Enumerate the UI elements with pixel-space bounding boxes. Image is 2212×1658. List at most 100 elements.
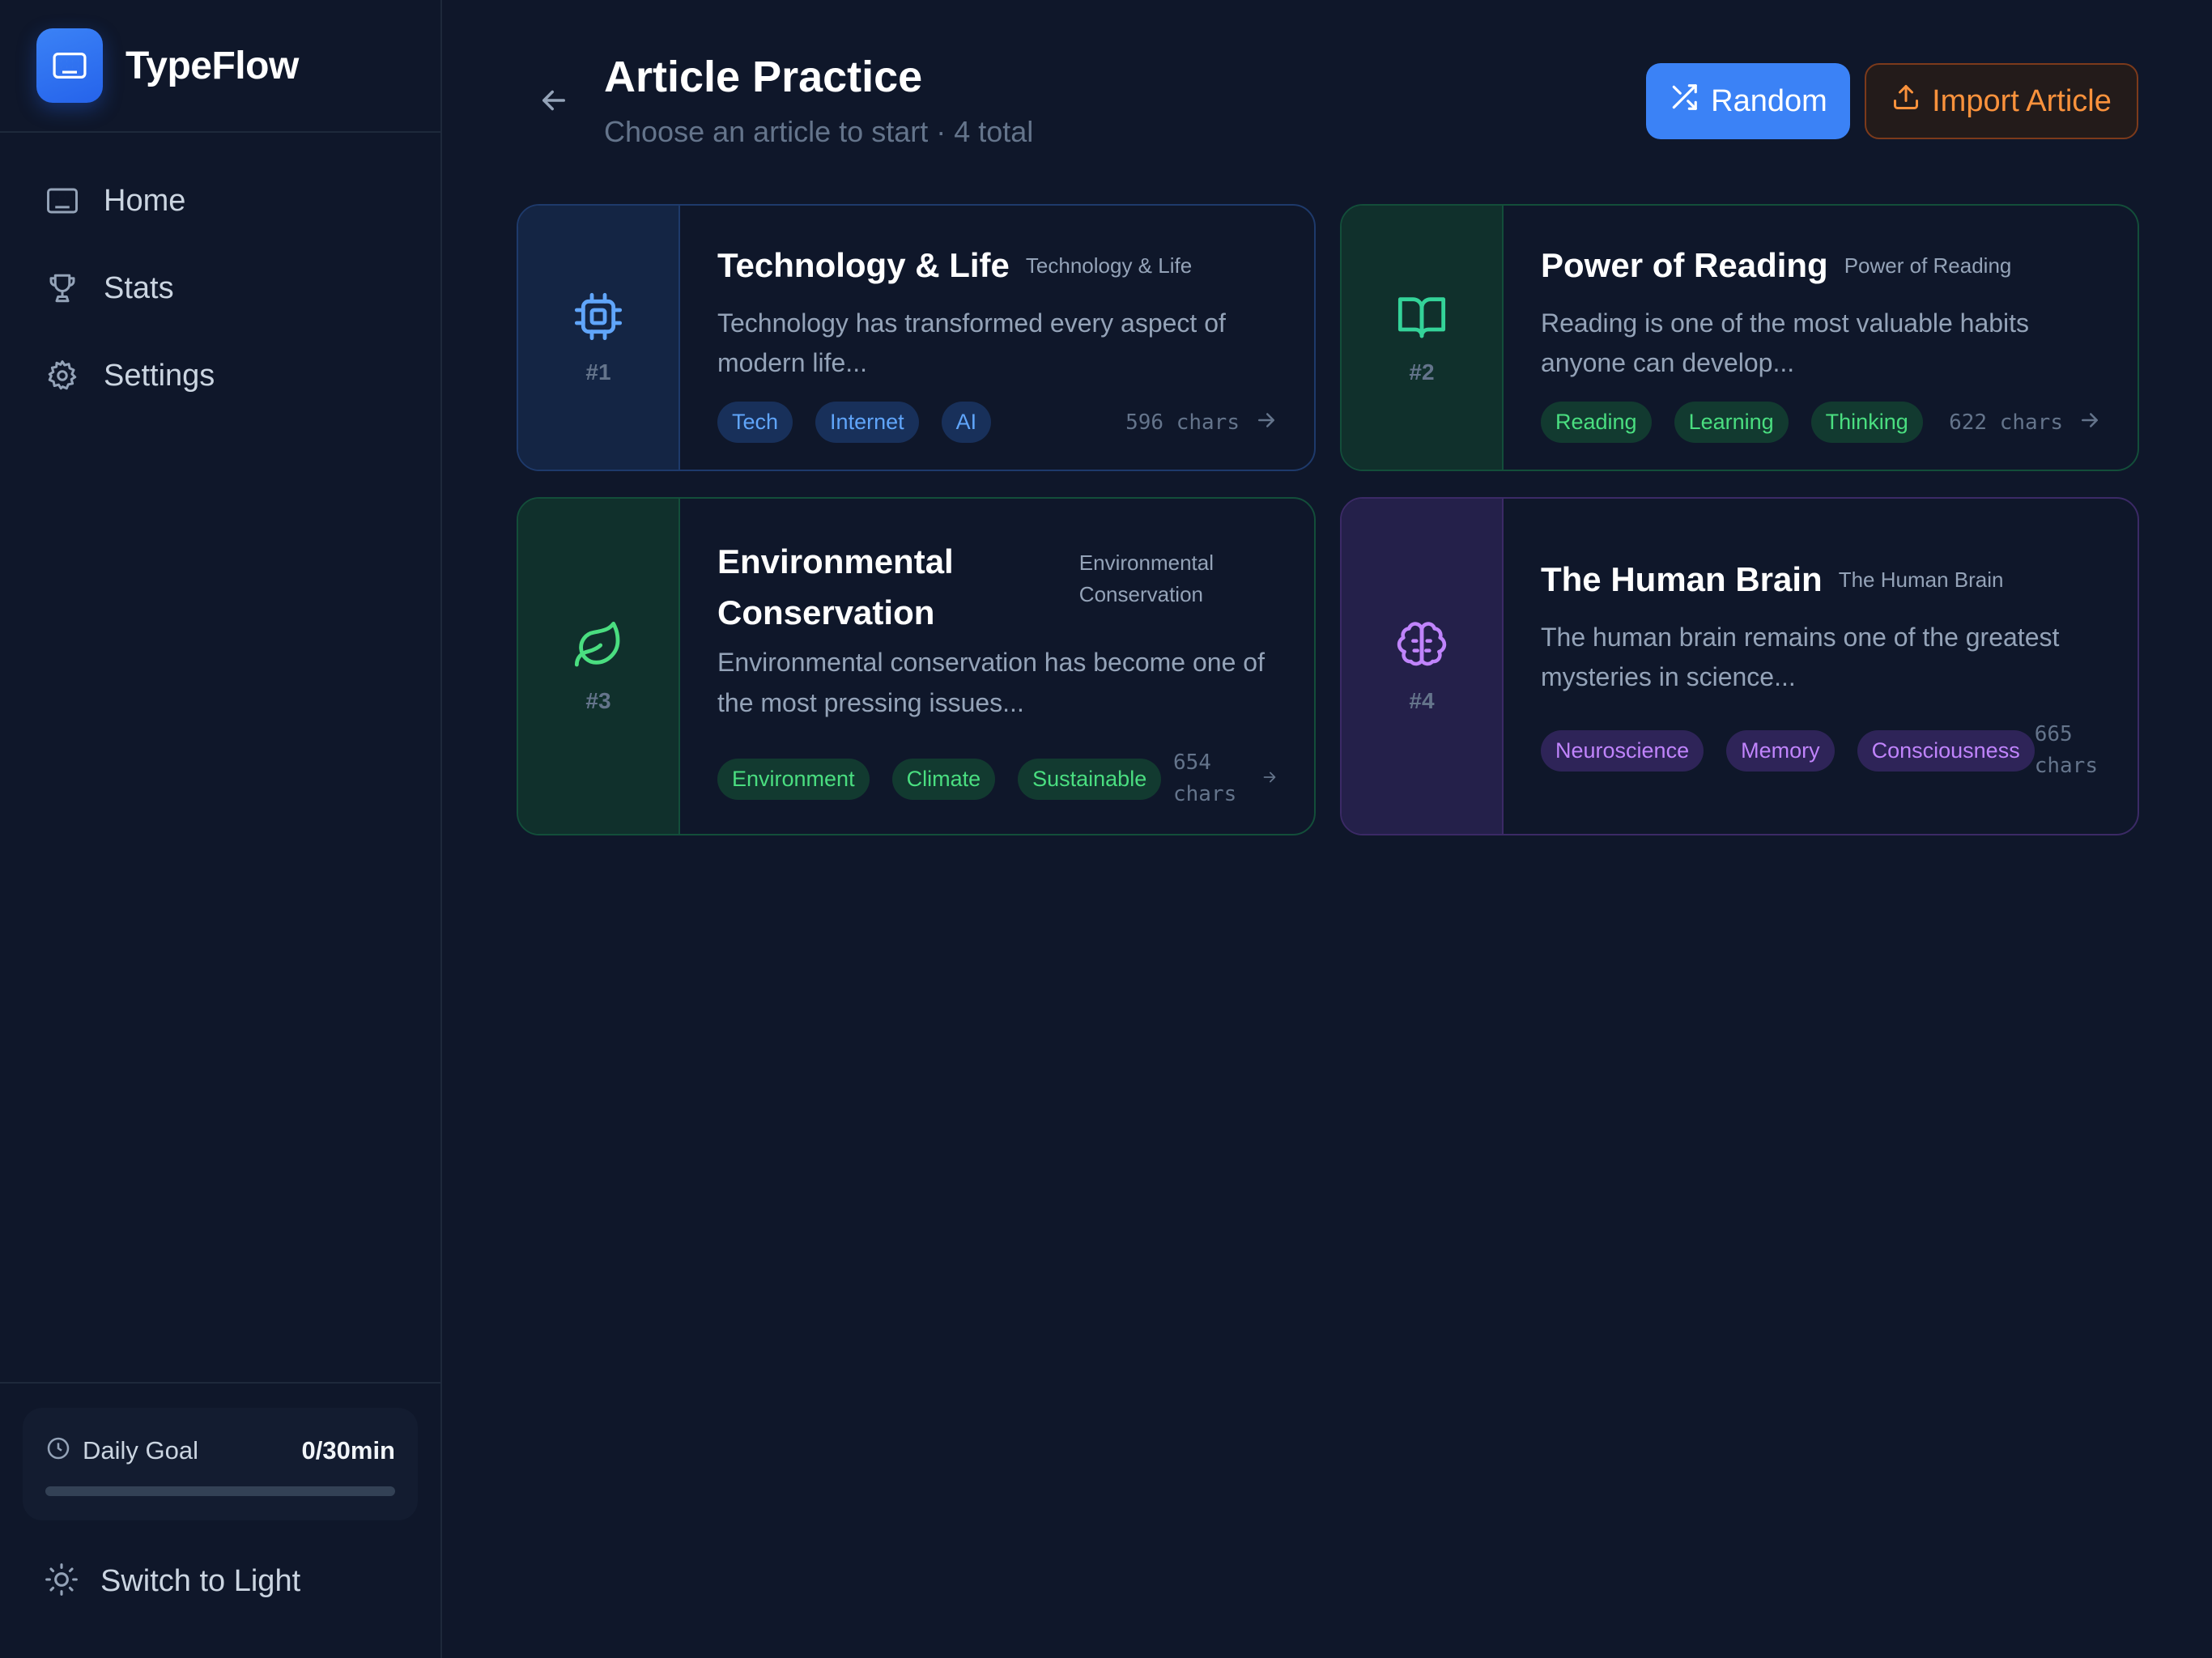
article-tags: Reading Learning Thinking <box>1541 402 1923 444</box>
arrow-right-icon <box>1261 768 1278 790</box>
article-number: #4 <box>1409 687 1435 713</box>
tag: Neuroscience <box>1541 729 1704 772</box>
tag: Reading <box>1541 402 1652 444</box>
article-subtitle: Technology & Life <box>1025 253 1193 278</box>
trophy-icon <box>44 270 81 307</box>
char-count-unit: chars <box>1173 782 1237 807</box>
article-char-count: 665 chars <box>2035 719 2108 782</box>
article-title: Power of Reading <box>1541 246 1828 284</box>
article-card-side: #1 <box>518 206 680 470</box>
sidebar-nav: Home Stats Settings <box>0 133 440 419</box>
article-char-count: 622 chars <box>1949 410 2063 435</box>
article-title: Technology & Life <box>717 246 1010 284</box>
sidebar-item-settings[interactable]: Settings <box>0 332 440 419</box>
tag: Learning <box>1674 402 1789 444</box>
sidebar-item-label: Stats <box>104 270 174 305</box>
article-card-side: #3 <box>518 499 680 834</box>
article-title-line: Environmental <box>717 542 954 580</box>
tag: AI <box>941 402 992 444</box>
sidebar-footer: Daily Goal 0/30min Switch to Light <box>0 1382 440 1658</box>
arrow-right-icon <box>1254 408 1278 436</box>
daily-goal-value: 0/30min <box>301 1435 395 1465</box>
article-number: #2 <box>1409 359 1435 385</box>
char-count-number: 665 <box>2034 722 2073 747</box>
sidebar-item-stats[interactable]: Stats <box>0 244 440 332</box>
tag: Environment <box>717 758 870 800</box>
article-card-body: Technology & Life Technology & Life Tech… <box>680 206 1314 470</box>
article-tags: Neuroscience Memory Consciousness <box>1541 729 2035 772</box>
shuffle-icon <box>1669 82 1699 121</box>
article-subtitle-line: Conservation <box>1078 582 1203 606</box>
import-article-label: Import Article <box>1932 83 2112 118</box>
article-char-count: 654 chars <box>1173 747 1246 810</box>
brand: TypeFlow <box>0 0 440 133</box>
article-description: Environmental conservation has become on… <box>717 648 1265 717</box>
article-title-line: Conservation <box>717 593 935 631</box>
sidebar: TypeFlow Home Stats Settings Daily Goal … <box>0 0 442 1658</box>
random-button[interactable]: Random <box>1646 63 1850 139</box>
random-button-label: Random <box>1711 83 1827 118</box>
book-open-icon <box>1396 291 1448 346</box>
page-header: Article Practice Choose an article to st… <box>442 0 2212 194</box>
sidebar-item-label: Home <box>104 183 186 218</box>
article-number: #3 <box>585 687 611 713</box>
page-title: Article Practice <box>604 53 923 101</box>
arrow-left-icon <box>542 90 565 111</box>
article-card-environmental-conservation[interactable]: #3 Environmental Conservation Environmen… <box>517 497 1316 835</box>
tag: Internet <box>815 402 919 444</box>
article-tags: Environment Climate Sustainable <box>717 758 1162 800</box>
clock-icon <box>45 1435 71 1465</box>
article-subtitle: Power of Reading <box>1844 253 2012 278</box>
page-subtitle: Choose an article to start · 4 total <box>604 115 1034 148</box>
keyboard-icon <box>36 28 103 103</box>
article-card-body: Environmental Conservation Environmental… <box>680 499 1314 834</box>
article-char-count: 596 chars <box>1125 410 1240 435</box>
theme-toggle-button[interactable]: Switch to Light <box>23 1520 418 1642</box>
article-description: The human brain remains one of the great… <box>1541 622 2060 692</box>
char-count-unit: chars <box>2034 754 2098 779</box>
main-content: Article Practice Choose an article to st… <box>442 0 2212 1658</box>
article-tags: Tech Internet AI <box>717 402 992 444</box>
article-grid: #1 Technology & Life Technology & Life T… <box>517 204 2139 835</box>
char-count-number: 654 <box>1173 750 1211 776</box>
tag: Sustainable <box>1018 758 1162 800</box>
article-subtitle-line: Environmental <box>1078 551 1214 575</box>
article-card-body: Power of Reading Power of Reading Readin… <box>1504 206 2138 470</box>
article-title: Environmental Conservation <box>717 536 954 638</box>
tag: Consciousness <box>1857 729 2035 772</box>
sidebar-item-home[interactable]: Home <box>0 157 440 244</box>
tag: Tech <box>717 402 793 444</box>
article-subtitle: The Human Brain <box>1838 567 2004 592</box>
daily-goal-card: Daily Goal 0/30min <box>23 1408 418 1520</box>
gear-icon <box>44 357 81 394</box>
tag: Thinking <box>1810 402 1923 444</box>
cpu-icon <box>572 291 624 346</box>
article-title: The Human Brain <box>1541 560 1823 598</box>
daily-goal-progress <box>45 1486 395 1496</box>
article-card-side: #4 <box>1342 499 1504 834</box>
import-article-button[interactable]: Import Article <box>1865 63 2138 139</box>
tag: Memory <box>1726 729 1835 772</box>
article-subtitle: Environmental Conservation <box>1079 547 1214 610</box>
daily-goal-label: Daily Goal <box>83 1435 198 1465</box>
article-number: #1 <box>585 359 611 385</box>
arrow-right-icon <box>2078 408 2102 436</box>
article-description: Reading is one of the most valuable habi… <box>1541 308 2030 378</box>
article-card-human-brain[interactable]: #4 The Human Brain The Human Brain The h… <box>1340 497 2139 835</box>
app-name: TypeFlow <box>125 44 299 87</box>
brain-icon <box>1396 619 1448 675</box>
article-card-power-of-reading[interactable]: #2 Power of Reading Power of Reading Rea… <box>1340 204 2139 471</box>
leaf-icon <box>572 619 624 675</box>
back-button[interactable] <box>531 78 576 123</box>
article-card-side: #2 <box>1342 206 1504 470</box>
upload-icon <box>1891 83 1921 120</box>
app-root: TypeFlow Home Stats Settings Daily Goal … <box>0 0 2212 1658</box>
article-card-technology-life[interactable]: #1 Technology & Life Technology & Life T… <box>517 204 1316 471</box>
sidebar-item-label: Settings <box>104 358 215 393</box>
article-description: Technology has transformed every aspect … <box>717 308 1226 378</box>
tag: Climate <box>891 758 996 800</box>
theme-toggle-label: Switch to Light <box>100 1563 301 1598</box>
sun-icon <box>44 1562 79 1601</box>
keyboard-icon <box>44 182 81 219</box>
article-card-body: The Human Brain The Human Brain The huma… <box>1504 499 2138 834</box>
